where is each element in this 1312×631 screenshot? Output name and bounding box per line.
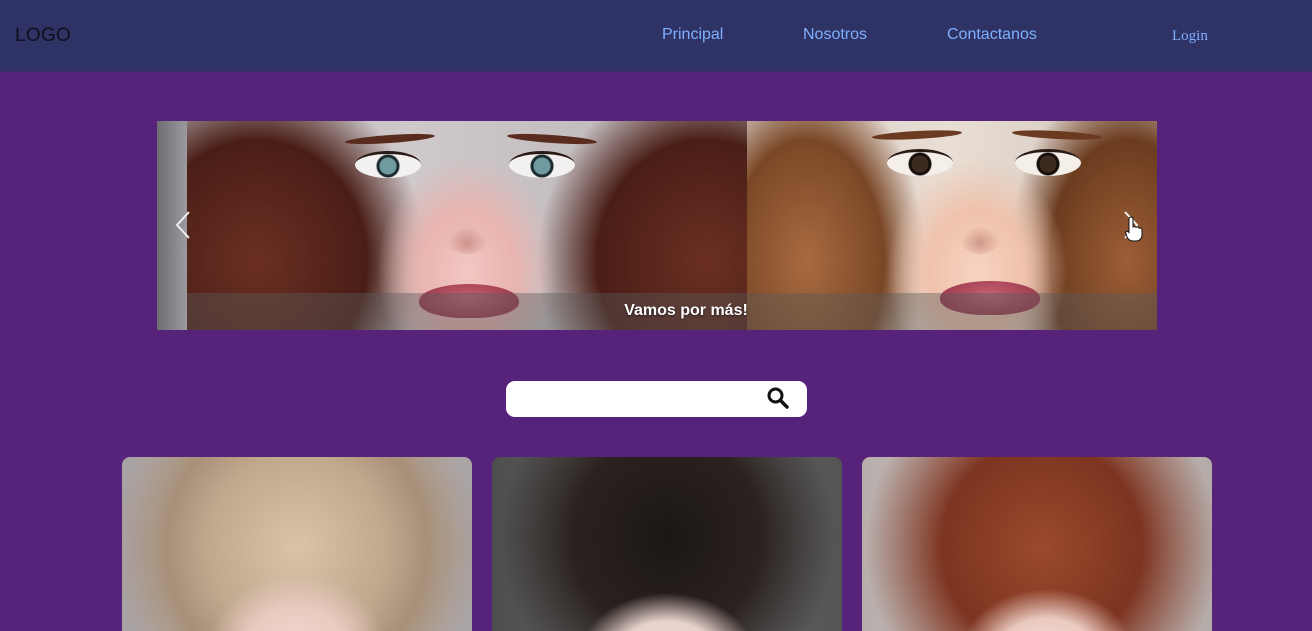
- face-detail: [506, 131, 598, 147]
- nav-link-nosotros[interactable]: Nosotros: [803, 26, 867, 44]
- search-box: [506, 381, 807, 417]
- gallery-card-image-dark-hair[interactable]: [492, 457, 842, 631]
- face-detail: [871, 128, 963, 142]
- nav-link-principal[interactable]: Principal: [662, 26, 723, 44]
- face-detail: [960, 226, 1000, 254]
- search-button[interactable]: [766, 386, 790, 410]
- carousel-prev-button[interactable]: [173, 209, 195, 241]
- carousel-caption: Vamos por más!: [624, 302, 748, 319]
- face-detail: [355, 151, 421, 178]
- logo[interactable]: LOGO: [15, 25, 71, 47]
- login-link[interactable]: Login: [1172, 28, 1208, 45]
- face-detail: [1011, 128, 1103, 142]
- gallery-card-image-auburn[interactable]: [862, 457, 1212, 631]
- face-detail: [887, 149, 953, 176]
- chevron-left-icon: [175, 211, 190, 239]
- gallery-card-image-blonde[interactable]: [122, 457, 472, 631]
- hero-carousel[interactable]: Vamos por más!: [157, 121, 1157, 330]
- nav-link-contactanos[interactable]: Contactanos: [947, 26, 1037, 44]
- search-input[interactable]: [516, 387, 770, 413]
- face-detail: [509, 151, 575, 178]
- hand-pointer-cursor-icon: [1125, 216, 1143, 242]
- top-navbar: LOGO Principal Nosotros Contactanos Logi…: [0, 0, 1312, 72]
- face-detail: [344, 131, 436, 147]
- face-detail: [447, 226, 487, 254]
- search-icon: [767, 387, 789, 409]
- face-detail: [1015, 149, 1081, 176]
